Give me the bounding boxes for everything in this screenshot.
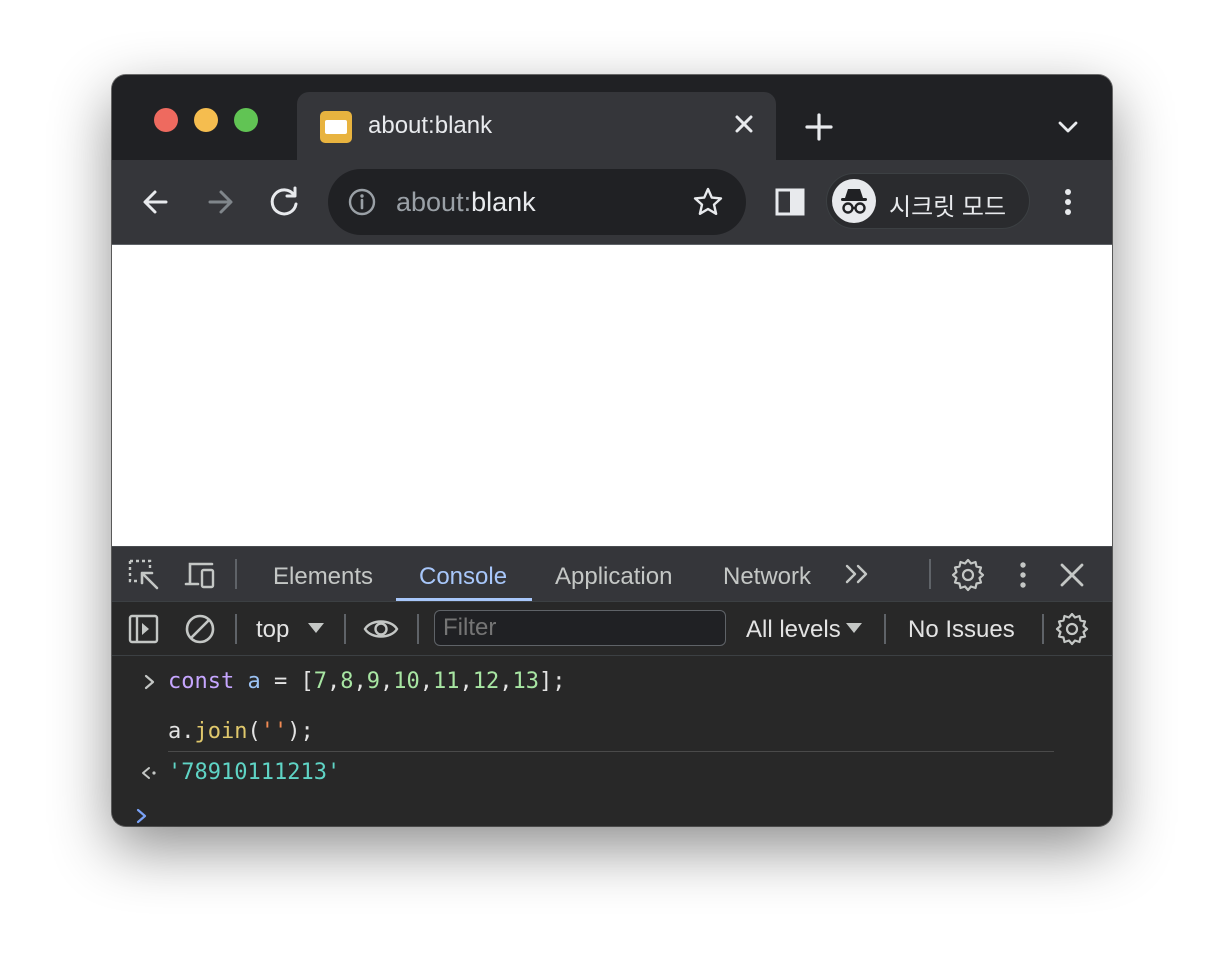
incognito-avatar xyxy=(832,179,876,223)
browser-tab[interactable]: about:blank xyxy=(297,92,776,160)
toolbar-divider xyxy=(1042,614,1044,644)
devtools-tab-bar: Elements Console Application Network xyxy=(112,546,1112,601)
minimize-window-button[interactable] xyxy=(194,108,218,132)
tab-elements[interactable]: Elements xyxy=(273,563,373,591)
incognito-profile-button[interactable]: 시크릿 모드 xyxy=(826,173,1030,229)
tab-strip: about:blank xyxy=(112,75,1112,160)
log-levels-dropdown[interactable]: All levels xyxy=(746,616,841,644)
console-output: const a = [7,8,9,10,11,12,13]; a.join(''… xyxy=(112,656,1112,826)
array-number: 9 xyxy=(366,669,380,694)
live-expression-eye-icon[interactable] xyxy=(363,611,399,647)
paren: ( xyxy=(247,719,261,744)
input-prompt-chevron-icon xyxy=(144,674,155,690)
array-number: 7 xyxy=(313,669,327,694)
array-number: 10 xyxy=(393,669,420,694)
bracket: [ xyxy=(300,669,314,694)
bookmark-star-icon[interactable] xyxy=(692,186,724,218)
site-info-icon[interactable] xyxy=(347,187,377,217)
array-number: 12 xyxy=(472,669,500,694)
page-viewport xyxy=(112,244,1112,546)
object-ref: a. xyxy=(168,719,195,744)
close-window-button[interactable] xyxy=(154,108,178,132)
console-filter-input[interactable] xyxy=(434,610,726,646)
result-string: '78910111213' xyxy=(168,760,341,785)
inspect-element-icon[interactable] xyxy=(126,557,162,593)
close-devtools-icon[interactable] xyxy=(1054,557,1090,593)
settings-gear-icon[interactable] xyxy=(950,557,986,593)
page-favicon-icon xyxy=(320,111,352,143)
browser-toolbar: about:blank 시크릿 모드 xyxy=(112,160,1112,244)
browser-window: about:blank about:blank 시크릿 모드 Elements … xyxy=(112,75,1112,826)
result-return-icon xyxy=(142,767,156,779)
console-settings-gear-icon[interactable] xyxy=(1054,611,1090,647)
method-name: join xyxy=(194,719,248,744)
toolbar-divider xyxy=(417,614,419,644)
side-panel-icon[interactable] xyxy=(770,182,810,222)
paren: ); xyxy=(287,719,314,744)
url-scheme: about: xyxy=(396,187,472,217)
more-tabs-chevron-icon[interactable] xyxy=(841,557,877,593)
new-tab-icon[interactable] xyxy=(802,110,836,144)
back-arrow-icon[interactable] xyxy=(136,182,176,222)
issues-counter[interactable]: No Issues xyxy=(908,616,1015,644)
address-text[interactable]: about:blank xyxy=(396,187,536,218)
tab-console[interactable]: Console xyxy=(419,563,507,591)
chevron-down-icon[interactable] xyxy=(1054,113,1082,141)
incognito-icon xyxy=(841,189,867,214)
entry-divider xyxy=(168,751,1054,752)
toolbar-divider xyxy=(344,614,346,644)
incognito-label: 시크릿 모드 xyxy=(889,194,1007,221)
levels-dropdown-caret-icon[interactable] xyxy=(846,623,862,633)
string-arg: '' xyxy=(260,719,288,744)
customize-devtools-icon[interactable] xyxy=(1005,557,1041,593)
device-toolbar-icon[interactable] xyxy=(182,557,218,593)
toolbar-divider xyxy=(235,559,237,589)
array-number: 13 xyxy=(512,669,539,694)
tab-application[interactable]: Application xyxy=(555,563,672,591)
console-result: '78910111213' xyxy=(168,760,340,785)
keyword: const xyxy=(168,669,235,694)
context-selector[interactable]: top xyxy=(256,616,289,644)
close-tab-icon[interactable] xyxy=(730,110,758,138)
operator: = xyxy=(273,669,288,694)
variable-name: a xyxy=(247,669,261,694)
array-number: 8 xyxy=(340,669,354,694)
clear-console-icon[interactable] xyxy=(182,611,218,647)
context-dropdown-caret-icon[interactable] xyxy=(308,623,324,633)
address-bar[interactable]: about:blank xyxy=(328,169,746,235)
toolbar-divider xyxy=(235,614,237,644)
tab-network[interactable]: Network xyxy=(723,563,811,591)
console-prompt-icon[interactable] xyxy=(132,804,152,826)
zoom-window-button[interactable] xyxy=(234,108,258,132)
more-menu-icon[interactable] xyxy=(1048,182,1088,222)
forward-arrow-icon[interactable] xyxy=(200,182,240,222)
tab-title: about:blank xyxy=(368,112,493,139)
url-host: blank xyxy=(471,187,536,217)
sidebar-toggle-icon[interactable] xyxy=(126,611,162,647)
reload-icon[interactable] xyxy=(264,182,304,222)
console-input-line-2: a.join(''); xyxy=(168,719,314,744)
console-input-line-1: const a = [7,8,9,10,11,12,13]; xyxy=(168,669,566,694)
console-toolbar: top All levels No Issues xyxy=(112,601,1112,656)
toolbar-divider xyxy=(929,559,931,589)
bracket: ]; xyxy=(538,669,566,694)
array-number: 11 xyxy=(432,669,460,694)
toolbar-divider xyxy=(884,614,886,644)
